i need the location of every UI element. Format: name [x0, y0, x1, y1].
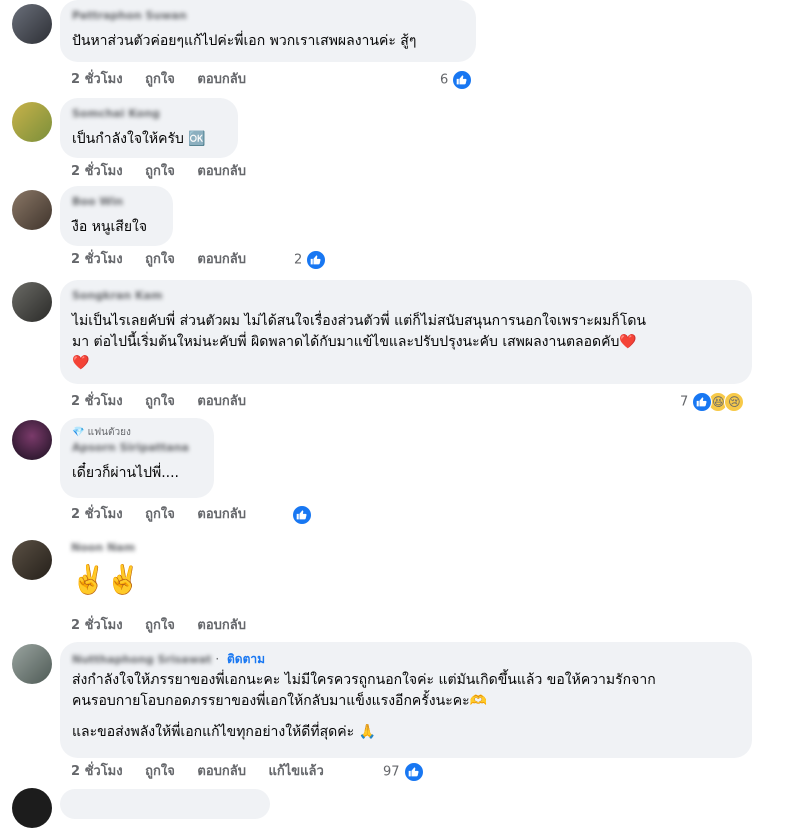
comment-text-line: คนรอบกายโอบกอดภรรยาของพี่เอกให้กลับมาแข็… [72, 693, 488, 709]
timestamp[interactable]: 2 ชั่วโมง [71, 252, 123, 267]
comment-text: เดี๋ยวก็ผ่านไปพี่.... [72, 465, 180, 481]
avatar[interactable] [12, 644, 52, 684]
like-reaction-icon [292, 505, 312, 525]
avatar[interactable] [12, 190, 52, 230]
follow-button[interactable]: ติดตาม [227, 652, 265, 666]
next-comment-avatar[interactable] [12, 788, 52, 828]
reaction-summary[interactable]: 2 [294, 250, 327, 270]
comment-text: ✌️✌️ [71, 563, 141, 596]
sad-reaction-icon: 😢 [724, 392, 745, 412]
reply-button[interactable]: ตอบกลับ [197, 72, 246, 87]
comment-text-line: ❤️ [72, 355, 90, 371]
comment-bubble: Somchai Kong เป็นกำลังใจให้ครับ 🆗 [60, 98, 238, 158]
avatar[interactable] [12, 420, 52, 460]
commenter-name[interactable]: Somchai Kong [72, 106, 226, 122]
like-button[interactable]: ถูกใจ [145, 164, 175, 179]
reaction-summary[interactable] [292, 505, 312, 525]
commenter-name[interactable]: Noon Nam [71, 540, 141, 556]
commenter-name[interactable]: Nutthaphong Srisawat [72, 652, 212, 668]
comment-text-line: ไม่เป็นไรเลยคับพี่ ส่วนตัวผม ไม่ได้สนใจเ… [72, 313, 646, 329]
commenter-name[interactable]: Apsorn Siripattana [72, 440, 202, 456]
fan-badge: 💎 แฟนตัวยง [72, 426, 202, 440]
comment-bubble: Songkran Kam ไม่เป็นไรเลยคับพี่ ส่วนตัวผ… [60, 280, 752, 384]
timestamp[interactable]: 2 ชั่วโมง [71, 507, 123, 522]
reply-button[interactable]: ตอบกลับ [197, 507, 246, 522]
fan-badge-label: แฟนตัวยง [87, 427, 131, 438]
comment-bubble: Pattraphon Suwan ปันหาส่วนตัวค่อยๆแก้ไปค… [60, 0, 476, 62]
timestamp[interactable]: 2 ชั่วโมง [71, 764, 123, 779]
like-button[interactable]: ถูกใจ [145, 252, 175, 267]
comment-actions: 2 ชั่วโมง ถูกใจ ตอบกลับ [71, 392, 264, 412]
comment-header: Nutthaphong Srisawat · ติดตาม [72, 652, 266, 668]
comment-actions: 2 ชั่วโมง ถูกใจ ตอบกลับ [71, 250, 264, 270]
comment-text: ปันหาส่วนตัวค่อยๆแก้ไปค่ะพี่เอก พวกเราเส… [72, 33, 417, 49]
reaction-summary[interactable]: 97 [383, 762, 424, 782]
reply-button[interactable]: ตอบกลับ [197, 764, 246, 779]
commenter-name[interactable]: Boo Win [72, 194, 161, 210]
like-button[interactable]: ถูกใจ [145, 618, 175, 633]
comment-bubble: 💎 แฟนตัวยง Apsorn Siripattana เดี๋ยวก็ผ่… [60, 418, 214, 498]
avatar[interactable] [12, 4, 52, 44]
avatar[interactable] [12, 540, 52, 580]
avatar[interactable] [12, 102, 52, 142]
reaction-count: 2 [294, 252, 303, 268]
comment-text-line: ส่งกำลังใจให้ภรรยาของพี่เอกนะคะ ไม่มีใคร… [72, 672, 656, 688]
like-button[interactable]: ถูกใจ [145, 507, 175, 522]
like-reaction-icon [403, 762, 424, 782]
comment-bubble: Boo Win งือ หนูเสียใจ [60, 186, 173, 246]
reaction-count: 7 [680, 394, 689, 410]
timestamp[interactable]: 2 ชั่วโมง [71, 394, 123, 409]
like-reaction-icon [452, 70, 473, 90]
reaction-summary[interactable]: 6 [440, 70, 473, 90]
like-reaction-icon [692, 392, 713, 412]
comment-text: งือ หนูเสียใจ [72, 219, 148, 235]
comment-text-line: และขอส่งพลังให้พี่เอกแก้ไขทุกอย่างให้ดีท… [72, 724, 377, 740]
diamond-icon: 💎 [72, 427, 85, 438]
like-button[interactable]: ถูกใจ [145, 394, 175, 409]
comment-content: Noon Nam ✌️✌️ [71, 540, 141, 598]
comment-actions: 2 ชั่วโมง ถูกใจ ตอบกลับ [71, 70, 264, 90]
comment-bubble: Nutthaphong Srisawat · ติดตาม ส่งกำลังใจ… [60, 642, 752, 758]
timestamp[interactable]: 2 ชั่วโมง [71, 164, 123, 179]
reaction-count: 97 [383, 764, 400, 780]
comment-actions: 2 ชั่วโมง ถูกใจ ตอบกลับ [71, 505, 264, 525]
like-button[interactable]: ถูกใจ [145, 764, 175, 779]
reply-button[interactable]: ตอบกลับ [197, 618, 246, 633]
comment-text-line: มา ต่อไปนี้เริ่มต้นใหม่นะคับพี่ ผิดพลาดไ… [72, 334, 637, 350]
next-comment-bubble [60, 789, 270, 819]
reaction-count: 6 [440, 72, 449, 88]
reply-button[interactable]: ตอบกลับ [197, 394, 246, 409]
comment-text: เป็นกำลังใจให้ครับ 🆗 [72, 131, 206, 147]
comment-actions: 2 ชั่วโมง ถูกใจ ตอบกลับ [71, 616, 264, 636]
comment-actions: 2 ชั่วโมง ถูกใจ ตอบกลับ แก้ไขแล้ว [71, 762, 342, 782]
commenter-name[interactable]: Pattraphon Suwan [72, 8, 464, 24]
like-reaction-icon [306, 250, 327, 270]
like-button[interactable]: ถูกใจ [145, 72, 175, 87]
comment-actions: 2 ชั่วโมง ถูกใจ ตอบกลับ [71, 162, 264, 182]
commenter-name[interactable]: Songkran Kam [72, 288, 740, 304]
reaction-summary[interactable]: 7 😆 😢 [680, 392, 745, 412]
avatar[interactable] [12, 282, 52, 322]
reply-button[interactable]: ตอบกลับ [197, 164, 246, 179]
timestamp[interactable]: 2 ชั่วโมง [71, 618, 123, 633]
reply-button[interactable]: ตอบกลับ [197, 252, 246, 267]
timestamp[interactable]: 2 ชั่วโมง [71, 72, 123, 87]
edited-label[interactable]: แก้ไขแล้ว [269, 764, 324, 779]
